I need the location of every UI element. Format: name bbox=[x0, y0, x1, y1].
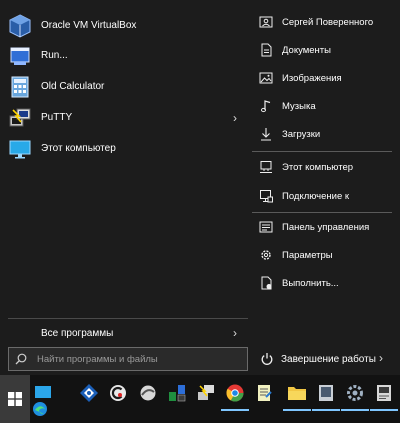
place-label: Музыка bbox=[282, 101, 316, 112]
place-label: Изображения bbox=[282, 73, 342, 84]
active-indicator bbox=[341, 409, 369, 411]
shutdown-options-chevron-icon[interactable]: › bbox=[379, 351, 383, 365]
run-dialog-icon bbox=[261, 276, 272, 290]
pinned-app-label: Этот компьютер bbox=[41, 143, 116, 154]
computer-icon bbox=[260, 161, 272, 173]
chrome-icon bbox=[226, 384, 244, 402]
divider bbox=[252, 212, 392, 213]
taskbar-window[interactable] bbox=[312, 379, 340, 411]
start-menu: Oracle VM VirtualBox Run... Old Calculat… bbox=[0, 0, 400, 375]
search-input[interactable] bbox=[37, 350, 237, 368]
taskbar-desktop[interactable] bbox=[29, 379, 57, 411]
connect-icon bbox=[260, 190, 273, 203]
divider bbox=[8, 318, 248, 319]
taskbar-chrome[interactable] bbox=[221, 379, 249, 411]
power-icon bbox=[261, 353, 273, 365]
music-note-icon bbox=[261, 100, 271, 113]
calculator-icon bbox=[11, 76, 29, 98]
document-icon bbox=[261, 43, 272, 57]
taskbar bbox=[0, 375, 400, 423]
shutdown-label: Завершение работы bbox=[281, 354, 376, 365]
ccleaner-icon bbox=[110, 385, 126, 401]
network-tool-icon bbox=[169, 385, 186, 402]
place-label: Загрузки bbox=[282, 129, 321, 140]
taskbar-notepad[interactable] bbox=[250, 379, 278, 411]
active-indicator bbox=[283, 409, 311, 411]
user-folder-icon bbox=[259, 16, 273, 28]
pinned-app-putty[interactable]: PuTTY › bbox=[0, 103, 252, 133]
taskbar-network-tool[interactable] bbox=[163, 379, 191, 411]
place-connect[interactable]: Подключение к bbox=[252, 184, 400, 210]
place-this-pc[interactable]: Этот компьютер bbox=[252, 155, 400, 181]
taskbar-last-app[interactable] bbox=[370, 379, 398, 411]
taskbar-round-app[interactable] bbox=[134, 379, 162, 411]
place-pictures[interactable]: Изображения bbox=[252, 66, 400, 92]
active-indicator bbox=[312, 409, 340, 411]
place-label: Этот компьютер bbox=[282, 162, 354, 173]
diamond-app-icon bbox=[80, 384, 98, 402]
pinned-app-this-pc[interactable]: Этот компьютер bbox=[0, 134, 252, 164]
taskbar-edge[interactable] bbox=[2, 401, 47, 423]
pinned-app-label: PuTTY bbox=[41, 112, 73, 123]
divider bbox=[252, 151, 392, 152]
active-indicator bbox=[370, 409, 398, 411]
search-box[interactable] bbox=[8, 347, 248, 371]
place-label: Сергей Поверенного bbox=[282, 17, 374, 28]
settings-gear-icon bbox=[347, 385, 363, 401]
taskbar-ccleaner[interactable] bbox=[104, 379, 132, 411]
taskbar-putty[interactable] bbox=[192, 379, 220, 411]
place-user-folder[interactable]: Сергей Поверенного bbox=[252, 10, 400, 36]
place-label: Выполнить... bbox=[282, 278, 339, 289]
all-programs-label: Все программы bbox=[41, 328, 114, 339]
place-settings[interactable]: Параметры bbox=[252, 243, 400, 269]
pinned-app-label: Oracle VM VirtualBox bbox=[41, 20, 137, 31]
search-icon bbox=[15, 353, 27, 365]
last-app-icon bbox=[377, 385, 391, 401]
place-control-panel[interactable]: Панель управления bbox=[252, 215, 400, 241]
place-label: Документы bbox=[282, 45, 331, 56]
place-label: Параметры bbox=[282, 250, 333, 261]
place-label: Панель управления bbox=[282, 222, 370, 233]
monitor-icon bbox=[9, 140, 31, 159]
shutdown-button[interactable]: Завершение работы bbox=[260, 349, 376, 369]
putty-icon bbox=[9, 108, 31, 127]
run-icon bbox=[10, 47, 30, 65]
start-menu-right-pane: Сергей Поверенного Документы Изображения… bbox=[252, 0, 400, 375]
pinned-app-virtualbox[interactable]: Oracle VM VirtualBox bbox=[0, 11, 252, 41]
pinned-app-label: Old Calculator bbox=[41, 81, 105, 92]
window-icon bbox=[319, 385, 333, 401]
pinned-app-run[interactable]: Run... bbox=[0, 41, 252, 71]
submenu-chevron-icon[interactable]: › bbox=[233, 111, 237, 125]
taskbar-explorer[interactable] bbox=[283, 379, 311, 411]
virtualbox-icon bbox=[9, 14, 31, 38]
start-menu-left-pane: Oracle VM VirtualBox Run... Old Calculat… bbox=[0, 0, 252, 375]
active-indicator bbox=[221, 409, 249, 411]
place-label: Подключение к bbox=[282, 191, 350, 202]
download-arrow-icon bbox=[261, 128, 271, 141]
chevron-right-icon: › bbox=[233, 326, 237, 340]
desktop-icon bbox=[35, 386, 51, 398]
place-documents[interactable]: Документы bbox=[252, 38, 400, 64]
gear-icon bbox=[261, 250, 271, 260]
notepad-icon bbox=[258, 385, 272, 401]
pinned-app-label: Run... bbox=[41, 50, 68, 61]
place-music[interactable]: Музыка bbox=[252, 94, 400, 120]
place-downloads[interactable]: Загрузки bbox=[252, 122, 400, 148]
pinned-app-old-calculator[interactable]: Old Calculator bbox=[0, 72, 252, 102]
control-panel-icon bbox=[259, 221, 273, 233]
round-app-icon bbox=[140, 385, 156, 401]
image-icon bbox=[259, 72, 273, 84]
all-programs-button[interactable]: Все программы › bbox=[0, 322, 252, 346]
putty-icon bbox=[198, 385, 214, 400]
taskbar-diamond-app[interactable] bbox=[75, 379, 103, 411]
taskbar-settings[interactable] bbox=[341, 379, 369, 411]
folder-icon bbox=[288, 387, 306, 400]
place-run[interactable]: Выполнить... bbox=[252, 271, 400, 297]
